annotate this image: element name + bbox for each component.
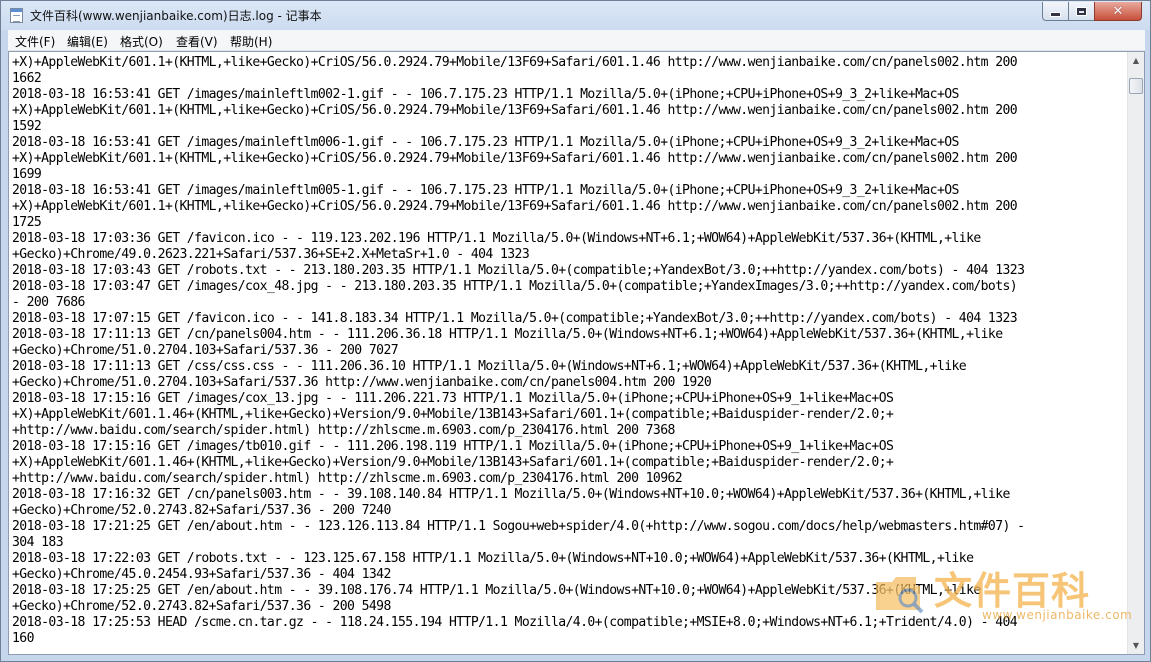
log-line: 2018-03-18 17:15:16 GET /images/cox_13.j… xyxy=(12,391,894,406)
log-line: +Gecko)+Chrome/51.0.2704.103+Safari/537.… xyxy=(12,375,712,390)
scroll-up-button[interactable]: ▲ xyxy=(1128,52,1144,69)
log-line: +X)+AppleWebKit/601.1+(KHTML,+like+Gecko… xyxy=(12,55,1018,70)
log-line: +http://www.baidu.com/search/spider.html… xyxy=(12,423,675,438)
log-line: +X)+AppleWebKit/601.1+(KHTML,+like+Gecko… xyxy=(12,199,1018,214)
log-line: +X)+AppleWebKit/601.1+(KHTML,+like+Gecko… xyxy=(12,103,1018,118)
log-line: 2018-03-18 16:53:41 GET /images/mainleft… xyxy=(12,183,959,198)
log-line: 1592 xyxy=(12,119,42,134)
scroll-down-arrow-icon: ▼ xyxy=(1132,641,1140,650)
notepad-window: 文件百科(www.wenjianbaike.com)日志.log - 记事本 ✕… xyxy=(0,0,1151,662)
title-bar[interactable]: 文件百科(www.wenjianbaike.com)日志.log - 记事本 ✕ xyxy=(1,1,1150,30)
menu-format[interactable]: 格式(O) xyxy=(120,33,163,50)
log-line: 2018-03-18 17:25:25 GET /en/about.htm - … xyxy=(12,583,981,598)
scroll-down-button[interactable]: ▼ xyxy=(1128,637,1144,654)
menu-file[interactable]: 文件(F) xyxy=(15,33,55,50)
log-line: 2018-03-18 16:53:41 GET /images/mainleft… xyxy=(12,135,959,150)
minimize-button[interactable] xyxy=(1042,2,1069,21)
log-line: - 200 7686 xyxy=(12,295,85,310)
log-line: +X)+AppleWebKit/601.1+(KHTML,+like+Gecko… xyxy=(12,151,1018,166)
close-button[interactable]: ✕ xyxy=(1094,2,1142,21)
log-line: +X)+AppleWebKit/601.1.46+(KHTML,+like+Ge… xyxy=(12,455,894,470)
text-editor[interactable]: +X)+AppleWebKit/601.1+(KHTML,+like+Gecko… xyxy=(8,51,1145,655)
log-line: 2018-03-18 17:03:36 GET /favicon.ico - -… xyxy=(12,231,981,246)
log-line: +http://www.baidu.com/search/spider.html… xyxy=(12,471,683,486)
scroll-up-arrow-icon: ▲ xyxy=(1132,56,1140,65)
log-text-area[interactable]: +X)+AppleWebKit/601.1+(KHTML,+like+Gecko… xyxy=(12,55,1126,653)
log-line: +Gecko)+Chrome/52.0.2743.82+Safari/537.3… xyxy=(12,503,391,518)
log-line: 2018-03-18 17:21:25 GET /en/about.htm - … xyxy=(12,519,1025,534)
log-line: 2018-03-18 17:16:32 GET /cn/panels003.ht… xyxy=(12,487,1010,502)
notepad-app-icon[interactable] xyxy=(10,8,23,23)
log-line: 2018-03-18 17:11:13 GET /cn/panels004.ht… xyxy=(12,327,1003,342)
log-line: 1725 xyxy=(12,215,42,230)
log-line: 1662 xyxy=(12,71,42,86)
log-line: 2018-03-18 17:11:13 GET /css/css.css - -… xyxy=(12,359,967,374)
log-line: 160 xyxy=(12,631,34,646)
log-line: 304 183 xyxy=(12,535,64,550)
log-line: +Gecko)+Chrome/51.0.2704.103+Safari/537.… xyxy=(12,343,399,358)
window-title: 文件百科(www.wenjianbaike.com)日志.log - 记事本 xyxy=(30,9,322,23)
log-line: 2018-03-18 17:03:43 GET /robots.txt - - … xyxy=(12,263,1025,278)
log-line: 2018-03-18 17:25:53 HEAD /scme.cn.tar.gz… xyxy=(12,615,1018,630)
log-line: 2018-03-18 17:03:47 GET /images/cox_48.j… xyxy=(12,279,1018,294)
menu-bar: 文件(F) 编辑(E) 格式(O) 查看(V) 帮助(H) xyxy=(8,30,1145,51)
log-line: +Gecko)+Chrome/45.0.2454.93+Safari/537.3… xyxy=(12,567,391,582)
menu-help[interactable]: 帮助(H) xyxy=(230,33,272,50)
log-line: 2018-03-18 16:53:41 GET /images/mainleft… xyxy=(12,87,959,102)
log-line: 1699 xyxy=(12,167,42,182)
log-line: 2018-03-18 17:22:03 GET /robots.txt - - … xyxy=(12,551,974,566)
maximize-icon xyxy=(1076,6,1087,16)
log-line: 2018-03-18 17:07:15 GET /favicon.ico - -… xyxy=(12,311,1018,326)
maximize-button[interactable] xyxy=(1068,2,1095,21)
vertical-scrollbar[interactable]: ▲ ▼ xyxy=(1127,52,1144,654)
log-line: +Gecko)+Chrome/49.0.2623.221+Safari/537.… xyxy=(12,247,530,262)
menu-view[interactable]: 查看(V) xyxy=(176,33,218,50)
menu-edit[interactable]: 编辑(E) xyxy=(67,33,108,50)
minimize-icon xyxy=(1050,11,1061,17)
log-line: 2018-03-18 17:15:16 GET /images/tb010.gi… xyxy=(12,439,894,454)
close-icon: ✕ xyxy=(1112,3,1124,19)
log-line: +Gecko)+Chrome/52.0.2743.82+Safari/537.3… xyxy=(12,599,391,614)
log-line: +X)+AppleWebKit/601.1.46+(KHTML,+like+Ge… xyxy=(12,407,894,422)
scroll-thumb[interactable] xyxy=(1129,78,1143,94)
